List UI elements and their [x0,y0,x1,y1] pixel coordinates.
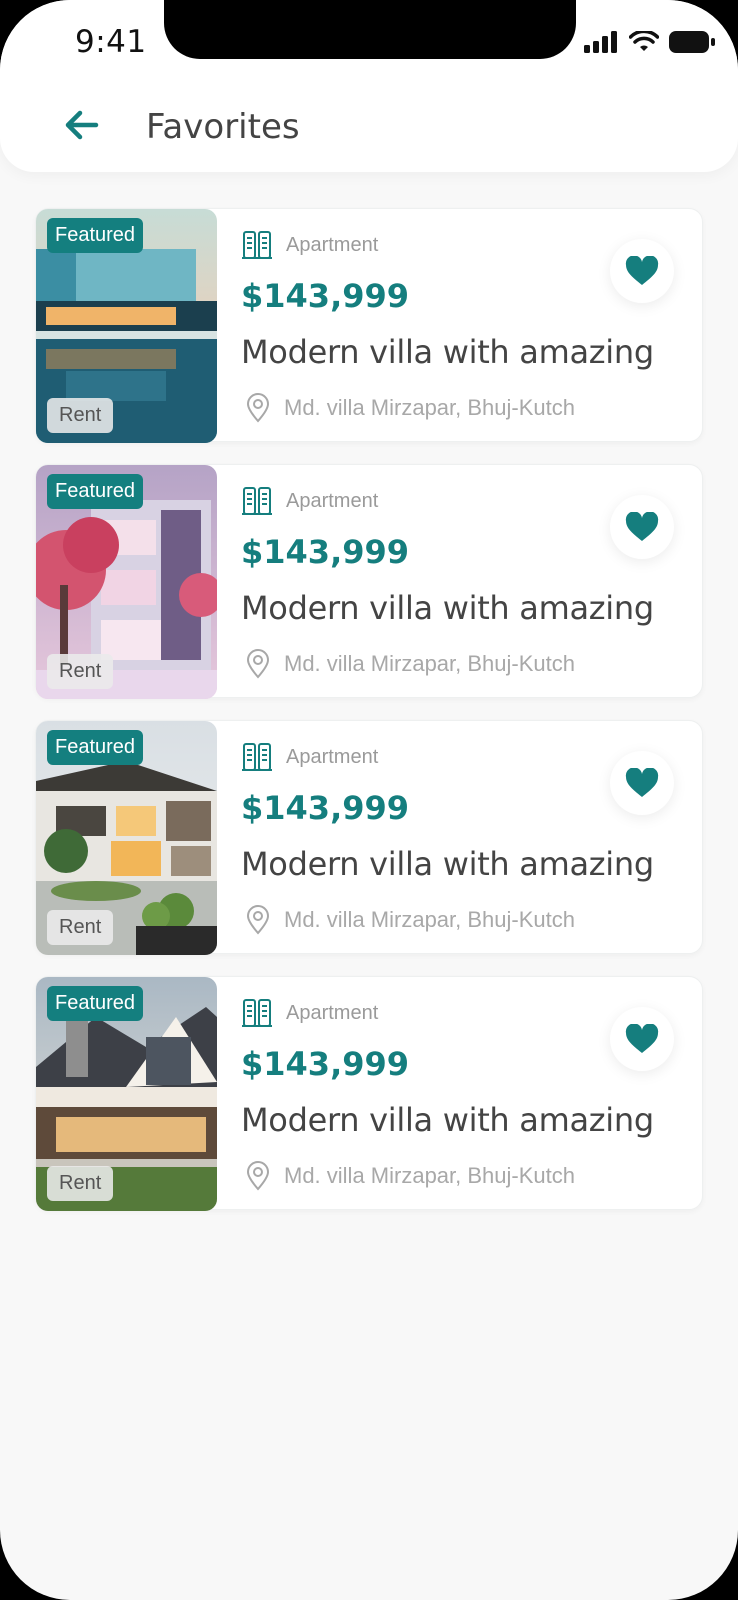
rent-tag: Rent [47,1166,114,1201]
listing-title: Modern villa with amazing [241,845,654,883]
listing-image: Featured Rent [36,721,217,955]
heart-icon [625,768,659,797]
building-icon [242,231,272,259]
wifi-icon [629,31,659,51]
listing-address: Md. villa Mirzapar, Bhuj-Kutch [284,651,575,676]
back-button[interactable] [62,105,102,145]
favorites-list: Featured Rent Apartment $143,999 Modern … [35,208,703,1232]
rent-tag: Rent [47,654,114,689]
listing-title: Modern villa with amazing [241,333,654,371]
listing-image: Featured Rent [36,977,217,1211]
listing-card[interactable]: Featured Rent Apartment $143,999 Modern … [35,976,703,1211]
building-icon [242,999,272,1027]
page-title: Favorites [146,107,300,147]
signal-icon [584,31,617,53]
location-pin-icon [246,649,270,679]
heart-icon [625,512,659,541]
location-pin-icon [246,905,270,935]
listing-card[interactable]: Featured Rent Apartment $143,999 Modern … [35,720,703,955]
featured-badge: Featured [47,730,144,765]
device-notch [164,0,576,59]
listing-image: Featured Rent [36,465,217,699]
listing-price: $143,999 [241,277,410,315]
listing-image: Featured Rent [36,209,217,443]
building-icon [242,487,272,515]
listing-price: $143,999 [241,789,410,827]
featured-badge: Featured [47,218,144,253]
status-icons [584,30,716,54]
listing-address: Md. villa Mirzapar, Bhuj-Kutch [284,907,575,932]
location-pin-icon [246,393,270,423]
building-icon [242,743,272,771]
phone-screen: 9:41 Favorites Featured Rent Apartment $… [0,0,738,1600]
property-type: Apartment [286,746,379,768]
heart-icon [625,1024,659,1053]
listing-card[interactable]: Featured Rent Apartment $143,999 Modern … [35,464,703,699]
featured-badge: Featured [47,474,144,509]
heart-icon [625,256,659,285]
property-type: Apartment [286,1002,379,1024]
status-time: 9:41 [75,24,147,60]
listing-card[interactable]: Featured Rent Apartment $143,999 Modern … [35,208,703,443]
location-pin-icon [246,1161,270,1191]
rent-tag: Rent [47,398,114,433]
favorite-button[interactable] [610,239,674,303]
arrow-left-icon [65,110,99,140]
listing-title: Modern villa with amazing [241,1101,654,1139]
listing-title: Modern villa with amazing [241,589,654,627]
listing-address: Md. villa Mirzapar, Bhuj-Kutch [284,395,575,420]
featured-badge: Featured [47,986,144,1021]
listing-address: Md. villa Mirzapar, Bhuj-Kutch [284,1163,575,1188]
battery-icon [669,31,715,53]
rent-tag: Rent [47,910,114,945]
favorite-button[interactable] [610,1007,674,1071]
listing-price: $143,999 [241,1045,410,1083]
favorite-button[interactable] [610,751,674,815]
property-type: Apartment [286,490,379,512]
favorite-button[interactable] [610,495,674,559]
property-type: Apartment [286,234,379,256]
listing-price: $143,999 [241,533,410,571]
